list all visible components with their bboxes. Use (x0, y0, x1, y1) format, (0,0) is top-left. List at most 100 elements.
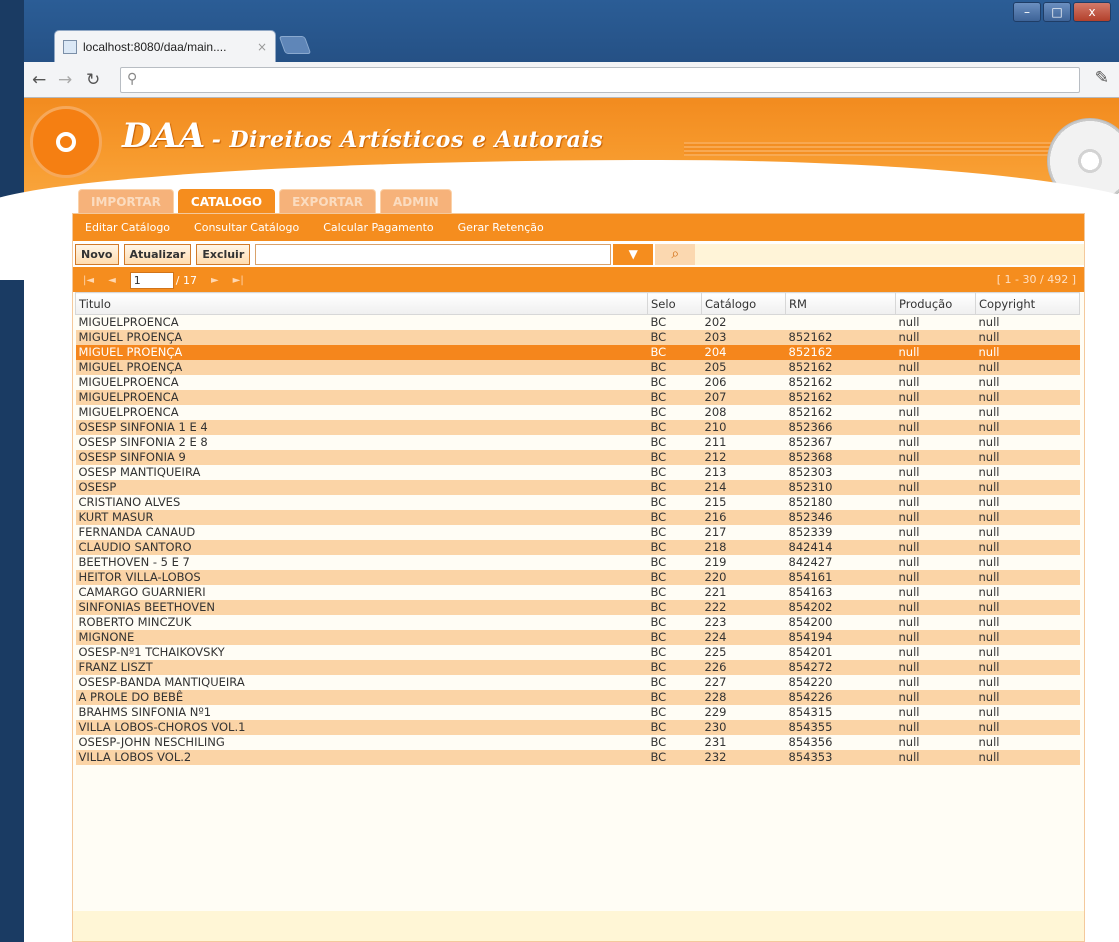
table-row[interactable]: MIGUELPROENCA BC 202 null null (76, 315, 1080, 331)
cell-rm: 854315 (788, 705, 833, 719)
cell-titulo: BRAHMS SINFONIA Nº1 (78, 705, 212, 719)
table-row[interactable]: HEITOR VILLA-LOBOS BC 220 854161 null null (75, 570, 1080, 585)
cell-producao: null (898, 705, 920, 719)
new-tab-button[interactable] (278, 36, 312, 54)
last-page-icon[interactable]: ►| (233, 275, 244, 286)
cell-rm: 854353 (785, 750, 896, 765)
menu-consultar-catalogo[interactable]: Consultar Catálogo (194, 221, 299, 234)
cell-catalogo: 224 (701, 630, 786, 645)
menu-editar-catalogo[interactable]: Editar Catálogo (85, 221, 170, 234)
cell-rm: 852162 (788, 375, 833, 389)
catalog-panel: Editar Catálogo Consultar Catálogo Calcu… (72, 213, 1085, 942)
tab-close-icon[interactable]: × (257, 40, 267, 54)
table-row[interactable]: KURT MASUR BC 216 852346 null null (75, 510, 1080, 525)
table-row[interactable]: CRISTIANO ALVES BC 215 852180 null null (76, 495, 1080, 510)
cell-rm: 842414 (785, 540, 896, 555)
tab-importar[interactable]: IMPORTAR (78, 189, 174, 213)
cell-selo: BC (650, 645, 667, 659)
tab-admin[interactable]: ADMIN (380, 189, 452, 213)
filter-icon[interactable]: ▼ (613, 243, 654, 265)
col-header-titulo[interactable]: Titulo (75, 292, 648, 315)
table-row[interactable]: OSESP-BANDA MANTIQUEIRA BC 227 854220 null nu… (76, 675, 1080, 690)
cell-catalogo: 220 (701, 570, 786, 585)
col-header-selo[interactable]: Selo (647, 292, 702, 315)
cell-rm: 854161 (785, 570, 896, 585)
clear-filter-icon[interactable]: ⌕ (655, 243, 696, 265)
table-row[interactable]: OSESP SINFONIA 2 E 8 BC 211 852367 null null (76, 435, 1080, 450)
new-button[interactable]: Novo (75, 243, 119, 265)
wrench-menu-icon[interactable]: ✎ (1095, 68, 1109, 88)
cell-copyright: null (975, 345, 1080, 360)
table-header-row: Titulo Selo Catálogo RM Produção Copyrig… (75, 292, 1080, 315)
col-header-copyright[interactable]: Copyright (975, 292, 1080, 315)
cell-catalogo: 218 (701, 540, 786, 555)
table-row[interactable]: ROBERTO MINCZUK BC 223 854200 null null (76, 615, 1080, 630)
cell-copyright: null (975, 420, 1080, 435)
cell-rm: 854201 (788, 645, 833, 659)
table-row[interactable]: OSESP MANTIQUEIRA BC 213 852303 null null (76, 465, 1080, 480)
table-row[interactable]: A PROLE DO BEBÊ BC 228 854226 null null (75, 690, 1080, 705)
cell-producao: null (895, 420, 976, 435)
delete-button[interactable]: Excluir (196, 243, 251, 265)
table-row[interactable]: CAMARGO GUARNIERI BC 221 854163 null null (76, 585, 1080, 600)
col-header-rm[interactable]: RM (785, 292, 896, 315)
menu-gerar-retencao[interactable]: Gerar Retenção (458, 221, 544, 234)
cell-copyright: null (978, 585, 1000, 599)
close-window-button[interactable]: x (1073, 2, 1111, 22)
cell-selo: BC (647, 660, 702, 675)
table-row[interactable]: BRAHMS SINFONIA Nº1 BC 229 854315 null null (76, 705, 1080, 720)
forward-icon[interactable]: → (58, 70, 72, 90)
table-row[interactable]: MIGNONE BC 224 854194 null null (75, 630, 1080, 645)
table-row[interactable]: OSESP BC 214 852310 null null (75, 480, 1080, 495)
table-row[interactable]: MIGUEL PROENÇA BC 203 852162 null null (75, 330, 1080, 345)
minimize-button[interactable]: – (1013, 2, 1041, 22)
table-row[interactable]: OSESP-Nº1 TCHAIKOVSKY BC 225 854201 null null (76, 645, 1080, 660)
col-header-producao[interactable]: Produção (895, 292, 976, 315)
browser-tab[interactable]: localhost:8080/daa/main.... × (54, 30, 276, 62)
table-row[interactable]: FERNANDA CANAUD BC 217 852339 null null (76, 525, 1080, 540)
cell-selo: BC (650, 465, 667, 479)
table-row[interactable]: MIGUELPROENCA BC 208 852162 null null (76, 405, 1080, 420)
back-icon[interactable]: ← (32, 70, 46, 90)
tab-exportar[interactable]: EXPORTAR (279, 189, 377, 213)
cell-catalogo: 228 (701, 690, 786, 705)
address-bar[interactable]: ⚲ (120, 67, 1080, 93)
table-row[interactable]: BEETHOVEN - 5 E 7 BC 219 842427 null null (76, 555, 1080, 570)
cell-titulo: OSESP SINFONIA 2 E 8 (78, 435, 208, 449)
cell-titulo: ROBERTO MINCZUK (78, 615, 192, 629)
page-number-input[interactable]: 1 (129, 271, 174, 289)
table-row[interactable]: OSESP-JOHN NESCHILING BC 231 854356 null null (76, 735, 1080, 750)
table-row[interactable]: MIGUEL PROENÇA BC 204 852162 null null (75, 345, 1080, 360)
table-row[interactable]: SINFONIAS BEETHOVEN BC 222 854202 null null (75, 600, 1080, 615)
menu-calcular-pagamento[interactable]: Calcular Pagamento (323, 221, 433, 234)
prev-page-icon[interactable]: ◄ (108, 275, 116, 286)
search-icon: ⚲ (127, 71, 138, 87)
update-button[interactable]: Atualizar (123, 243, 192, 265)
table-row[interactable]: OSESP SINFONIA 9 BC 212 852368 null null (75, 450, 1080, 465)
col-header-catalogo[interactable]: Catálogo (701, 292, 786, 315)
table-row[interactable]: MIGUELPROENCA BC 207 852162 null null (75, 390, 1080, 405)
filter-input[interactable] (255, 243, 612, 265)
reload-icon[interactable]: ↻ (86, 70, 100, 90)
table-row[interactable]: OSESP SINFONIA 1 E 4 BC 210 852366 null null (75, 420, 1080, 435)
cell-copyright: null (975, 540, 1080, 555)
cell-titulo: MIGUEL PROENÇA (75, 330, 648, 345)
cell-copyright: null (975, 330, 1080, 345)
cell-rm: 852162 (785, 390, 896, 405)
table-row[interactable]: VILLA LOBOS-CHOROS VOL.1 BC 230 854355 null n… (75, 720, 1080, 735)
cell-producao: null (898, 645, 920, 659)
maximize-button[interactable]: □ (1043, 2, 1071, 22)
cell-rm: 852162 (785, 360, 896, 375)
tab-title: localhost:8080/daa/main.... (83, 39, 227, 54)
table-row[interactable]: MIGUELPROENCA BC 206 852162 null null (76, 375, 1080, 390)
table-row[interactable]: FRANZ LISZT BC 226 854272 null null (75, 660, 1080, 675)
cell-producao: null (895, 450, 976, 465)
browser-toolbar: ← → ↻ ⚲ ✎ (24, 62, 1119, 98)
table-row[interactable]: MIGUEL PROENÇA BC 205 852162 null null (75, 360, 1080, 375)
first-page-icon[interactable]: |◄ (83, 275, 94, 286)
cell-rm: 854226 (785, 690, 896, 705)
table-row[interactable]: VILLA LOBOS VOL.2 BC 232 854353 null null (75, 750, 1080, 765)
table-row[interactable]: CLAUDIO SANTORO BC 218 842414 null null (75, 540, 1080, 555)
next-page-icon[interactable]: ► (211, 275, 219, 286)
tab-catalogo[interactable]: CATALOGO (177, 189, 276, 213)
